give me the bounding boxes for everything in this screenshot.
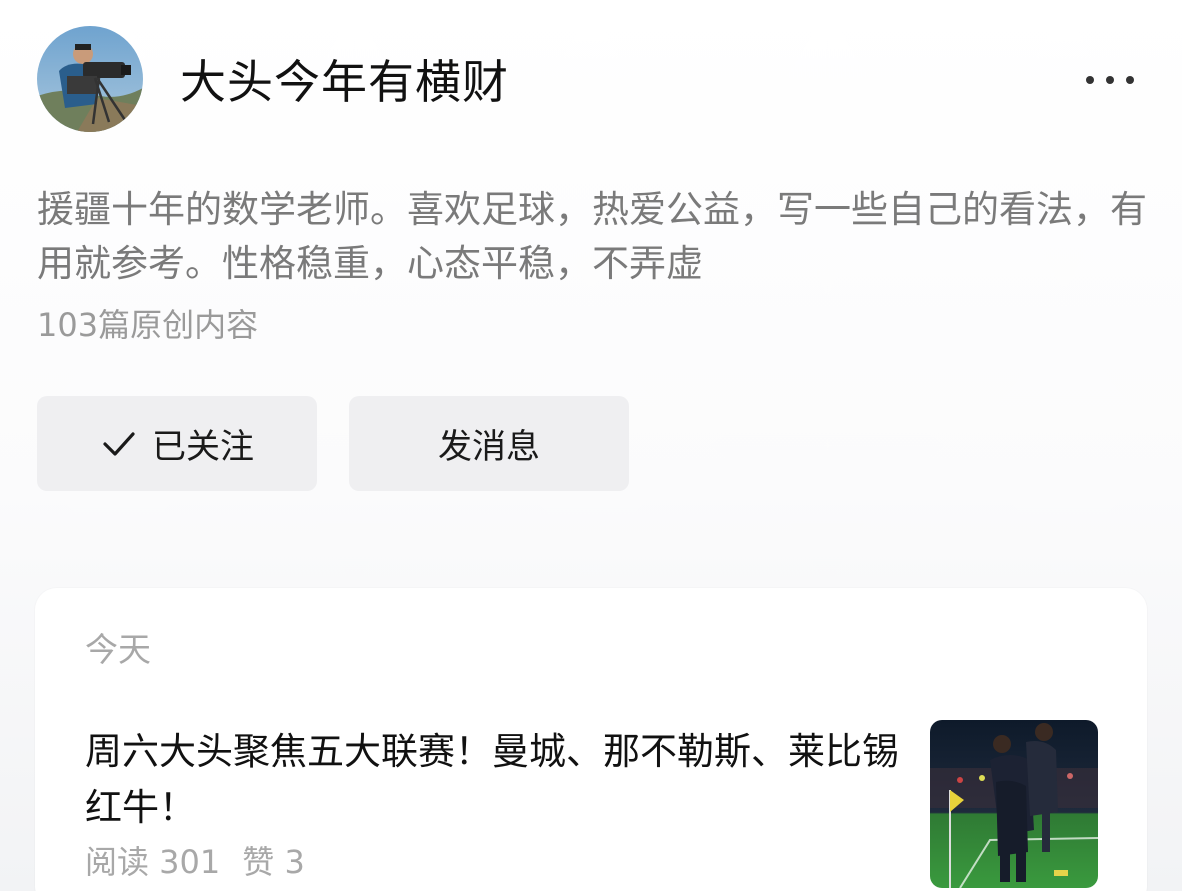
read-count: 阅读 301: [85, 843, 221, 881]
more-dots-icon[interactable]: [1086, 72, 1134, 88]
article-title[interactable]: 周六大头聚焦五大联赛！曼城、那不勒斯、莱比锡红牛！: [85, 724, 905, 836]
send-message-button[interactable]: 发消息: [349, 396, 629, 491]
article-stats: 阅读 301 赞 3: [85, 840, 305, 884]
dot: [1106, 76, 1114, 84]
article-thumbnail[interactable]: [930, 720, 1098, 888]
profile-bio: 援疆十年的数学老师。喜欢足球，热爱公益，写一些自己的看法，有用就参考。性格稳重，…: [37, 188, 1147, 285]
check-icon: [100, 427, 138, 461]
avatar[interactable]: [37, 26, 143, 132]
dot: [1086, 76, 1094, 84]
profile-name: 大头今年有横财: [180, 55, 509, 109]
profile-header: 大头今年有横财: [0, 0, 1182, 150]
like-count: 赞 3: [242, 843, 305, 881]
dot: [1126, 76, 1134, 84]
followed-button[interactable]: 已关注: [37, 396, 317, 491]
date-label: 今天: [85, 630, 151, 669]
send-message-label: 发消息: [438, 427, 540, 467]
original-content-count: 103篇原创内容: [37, 306, 259, 344]
followed-label: 已关注: [152, 427, 254, 467]
article-card[interactable]: 今天 周六大头聚焦五大联赛！曼城、那不勒斯、莱比锡红牛！ 阅读 301 赞 3: [35, 588, 1147, 891]
